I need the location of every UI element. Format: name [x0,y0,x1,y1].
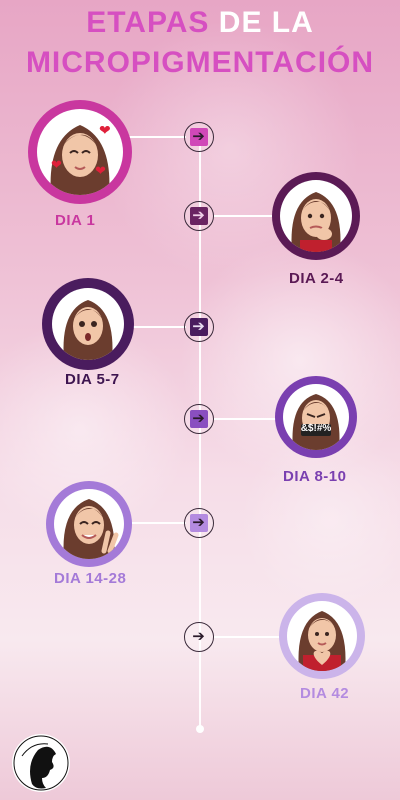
stage-label-2: DIA 2-4 [289,270,344,287]
stage-label-5: DIA 14-28 [54,570,127,587]
heart-hands-avatar [279,593,365,679]
stage-label-4: DIA 8-10 [283,468,347,485]
arrow-right-icon: ➔ [184,201,214,231]
timeline-end-dot [196,725,204,733]
arrow-right-icon: ➔ [184,622,214,652]
connector-5 [132,522,186,524]
svg-text:❤: ❤ [51,157,62,172]
heart-eyes-kiss-avatar: ❤ ❤ ❤ [28,100,132,204]
nervous-avatar [272,172,360,260]
title-word-etapas: ETAPAS [86,6,210,39]
arrow-right-icon: ➔ [184,312,214,342]
connector-6 [214,636,280,638]
arrow-right-icon: ➔ [184,404,214,434]
stage-label-3: DIA 5-7 [65,371,120,388]
svg-text:❤: ❤ [99,122,111,138]
censor-text: &$!#% [300,423,332,434]
title-line-2: MICROPIGMENTACIÓN [25,46,375,79]
arrow-right-icon: ➔ [184,508,214,538]
peace-sign-avatar [46,481,132,567]
connector-2 [214,215,274,217]
arrow-right-icon: ➔ [184,122,214,152]
svg-text:❤: ❤ [95,163,106,178]
woman-silhouette-logo [12,734,70,792]
connector-4 [214,418,278,420]
stage-label-6: DIA 42 [300,685,350,702]
connector-1 [128,136,186,138]
shocked-avatar [42,278,134,370]
angry-censored-avatar: &$!#% [275,376,357,458]
title-word-de-la: DE LA [218,6,314,39]
connector-3 [130,326,186,328]
stage-label-1: DIA 1 [55,212,96,229]
title-line-1: ETAPAS DE LA [0,6,400,40]
